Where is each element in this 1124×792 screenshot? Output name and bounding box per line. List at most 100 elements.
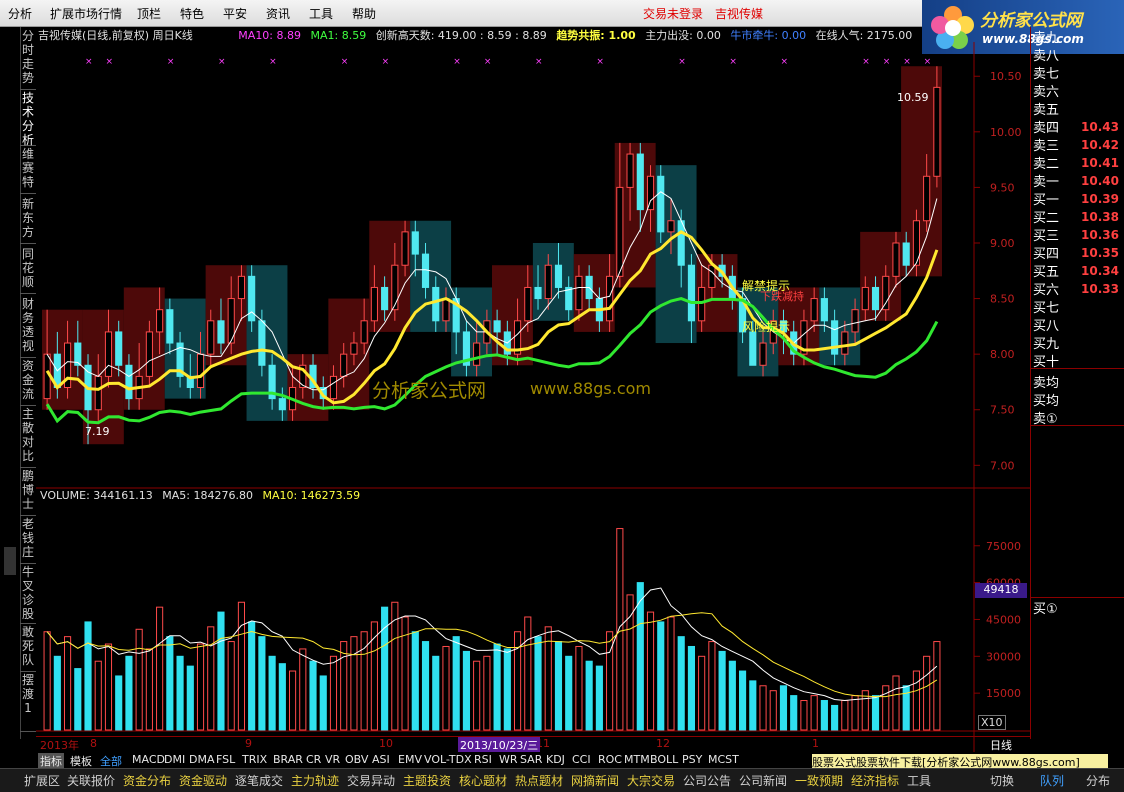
signal-marker: × bbox=[269, 57, 277, 67]
bottom-tab[interactable]: 公司公告 bbox=[683, 772, 731, 789]
tab-xindongfang[interactable]: 新东方 bbox=[20, 197, 36, 244]
indicator-fsl[interactable]: FSL bbox=[216, 753, 235, 766]
candle-body bbox=[820, 298, 828, 322]
bottom-tab[interactable]: 大宗交易 bbox=[627, 772, 675, 789]
volume-bar bbox=[493, 643, 501, 731]
bottom-tab[interactable]: 网摘新闻 bbox=[571, 772, 619, 789]
indicator-dmi[interactable]: DMI bbox=[164, 753, 185, 766]
all-tab[interactable]: 全部 bbox=[100, 753, 122, 769]
tab-finance[interactable]: 财务透视 bbox=[20, 297, 36, 358]
candle-body bbox=[493, 320, 501, 333]
menu-extended-market[interactable]: 扩展市场行情 bbox=[50, 5, 122, 22]
menu-pingan[interactable]: 平安 bbox=[223, 5, 247, 22]
candle-body bbox=[94, 375, 102, 411]
menu-topbar[interactable]: 顶栏 bbox=[137, 5, 161, 22]
menu-tools[interactable]: 工具 bbox=[309, 5, 333, 22]
volume-bar bbox=[923, 655, 931, 731]
buy-level-label: 买七 bbox=[1033, 301, 1060, 316]
indicator-cci[interactable]: CCI bbox=[572, 753, 591, 766]
candle-body bbox=[606, 275, 614, 322]
indicator-macd[interactable]: MACD bbox=[132, 753, 165, 766]
tab-ferry[interactable]: 摆渡1 bbox=[20, 673, 36, 732]
indicator-cr[interactable]: CR bbox=[306, 753, 321, 766]
y-axis-tick: 10.00 bbox=[990, 126, 1022, 139]
indicator-sar[interactable]: SAR bbox=[520, 753, 542, 766]
volume-bar bbox=[135, 628, 143, 731]
tab-capital-flow[interactable]: 资金流 bbox=[20, 359, 36, 406]
indicator-vr[interactable]: VR bbox=[325, 753, 340, 766]
login-status[interactable]: 交易未登录 bbox=[643, 5, 703, 22]
bottom-tab[interactable]: 主题投资 bbox=[403, 772, 451, 789]
tab-technical[interactable]: 技术分析 bbox=[20, 91, 36, 147]
bottom-queue[interactable]: 队列 bbox=[1040, 772, 1064, 789]
indicator-tab[interactable]: 指标 bbox=[38, 753, 64, 769]
current-volume-tag: 49418 bbox=[975, 583, 1027, 598]
period-label[interactable]: 日线 bbox=[990, 737, 1012, 753]
tab-stock-diagnosis[interactable]: 牛叉诊股 bbox=[20, 565, 36, 624]
candle-body bbox=[749, 331, 757, 366]
tab-weisaite[interactable]: 维赛特 bbox=[20, 147, 36, 194]
volume-bar bbox=[544, 626, 552, 731]
volume-bar bbox=[779, 685, 788, 731]
tab-main-vs-retail[interactable]: 主散对比 bbox=[20, 407, 36, 468]
indicator-psy[interactable]: PSY bbox=[682, 753, 702, 766]
menu-help[interactable]: 帮助 bbox=[352, 5, 376, 22]
tab-laoqianzhuang[interactable]: 老钱庄 bbox=[20, 517, 36, 564]
bottom-tab[interactable]: 扩展区 bbox=[24, 772, 60, 789]
volume-bar bbox=[892, 675, 900, 731]
bottom-tab[interactable]: 一致预期 bbox=[795, 772, 843, 789]
bottom-switch[interactable]: 切换 bbox=[990, 772, 1014, 789]
sell-level-price: 10.40 bbox=[1081, 174, 1119, 188]
x-tick: 8 bbox=[90, 737, 97, 750]
indicator-dma[interactable]: DMA bbox=[189, 753, 215, 766]
bottom-tab[interactable]: 核心题材 bbox=[459, 772, 507, 789]
menu-analyze[interactable]: 分析 bbox=[8, 5, 32, 22]
bottom-tab[interactable]: 关联报价 bbox=[67, 772, 115, 789]
sell-level-label: 卖九 bbox=[1033, 31, 1060, 46]
indicator-asi[interactable]: ASI bbox=[372, 753, 390, 766]
indicator-kdj[interactable]: KDJ bbox=[546, 753, 565, 766]
indicator-roc[interactable]: ROC bbox=[598, 753, 622, 766]
template-tab[interactable]: 模板 bbox=[70, 753, 92, 769]
bottom-tab[interactable]: 经济指标 bbox=[851, 772, 899, 789]
trend-resonance: 趋势共振: 1.00 bbox=[556, 29, 636, 42]
candle-body bbox=[329, 375, 338, 400]
menu-news[interactable]: 资讯 bbox=[266, 5, 290, 22]
tab-dare-to-die[interactable]: 敢死队 bbox=[20, 625, 36, 672]
bottom-tab[interactable]: 热点题材 bbox=[515, 772, 563, 789]
bottom-tab[interactable]: 主力轨迹 bbox=[291, 772, 339, 789]
tab-timeshare[interactable]: 分时走势 bbox=[20, 29, 36, 90]
indicator-vol-tdx[interactable]: VOL-TDX bbox=[424, 753, 472, 766]
tab-tonghuashun[interactable]: 同花顺 bbox=[20, 247, 36, 294]
indicator-emv[interactable]: EMV bbox=[398, 753, 422, 766]
bottom-tab[interactable]: 工具 bbox=[907, 772, 931, 789]
indicator-wr[interactable]: WR bbox=[499, 753, 518, 766]
tab-pengboshi[interactable]: 鹏博士 bbox=[20, 469, 36, 516]
candle-body bbox=[667, 220, 675, 233]
indicator-brar[interactable]: BRAR bbox=[273, 753, 303, 766]
bottom-tab[interactable]: 资金分布 bbox=[123, 772, 171, 789]
indicator-obv[interactable]: OBV bbox=[345, 753, 368, 766]
indicator-boll[interactable]: BOLL bbox=[650, 753, 678, 766]
x-tick: 9 bbox=[245, 737, 252, 750]
volume-bar bbox=[53, 655, 61, 731]
bottom-distribution[interactable]: 分布 bbox=[1086, 772, 1110, 789]
bottom-tab[interactable]: 资金驱动 bbox=[179, 772, 227, 789]
bottom-tab[interactable]: 公司新闻 bbox=[739, 772, 787, 789]
bottom-tab[interactable]: 交易异动 bbox=[347, 772, 395, 789]
volume-bar bbox=[524, 616, 532, 731]
signal-marker: × bbox=[862, 57, 870, 67]
indicator-trix[interactable]: TRIX bbox=[242, 753, 267, 766]
candle-body bbox=[677, 220, 685, 266]
stock-name-header: 吉视传媒 bbox=[715, 7, 764, 21]
x10-toggle[interactable]: X10 bbox=[978, 715, 1006, 730]
y-axis-tick: 7.00 bbox=[990, 459, 1015, 472]
buy-level-label: 买九 bbox=[1033, 337, 1060, 352]
menu-features[interactable]: 特色 bbox=[180, 5, 204, 22]
indicator-mtm[interactable]: MTM bbox=[624, 753, 650, 766]
volume-value: VOLUME: 344161.13 bbox=[40, 489, 153, 502]
indicator-mcst[interactable]: MCST bbox=[708, 753, 739, 766]
bottom-tab[interactable]: 逐笔成交 bbox=[235, 772, 283, 789]
volume-bar bbox=[104, 643, 113, 731]
indicator-rsi[interactable]: RSI bbox=[474, 753, 492, 766]
